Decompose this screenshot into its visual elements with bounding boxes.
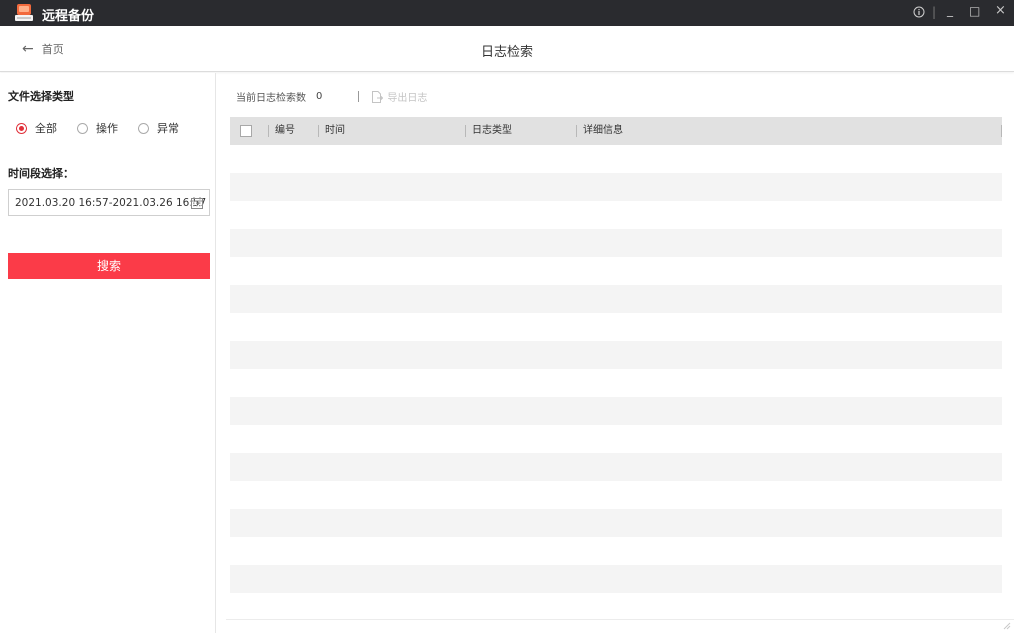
table-row — [230, 285, 1002, 313]
resize-grip-icon[interactable] — [1003, 622, 1011, 630]
minimize-button[interactable]: _ — [947, 2, 953, 18]
table-row — [230, 173, 1002, 201]
select-all-checkbox[interactable] — [240, 125, 252, 137]
calendar-icon[interactable] — [191, 197, 203, 209]
export-file-icon — [372, 90, 384, 103]
toolbar-divider — [358, 91, 360, 102]
filter-panel: 文件选择类型 全部 操作 异常 时间段选择： 2021.03.20 16:57-… — [0, 73, 216, 633]
table-row — [230, 453, 1002, 481]
column-header-log-type[interactable]: 日志类型 — [465, 125, 512, 137]
table-row — [230, 229, 1002, 257]
radio-checked-icon — [16, 122, 27, 134]
page-header: ← 首页 日志检索 — [0, 26, 1014, 72]
radio-unchecked-icon — [138, 122, 149, 134]
radio-exception-label: 异常 — [157, 122, 179, 135]
export-log-button[interactable]: 导出日志 — [371, 89, 427, 104]
table-row — [230, 313, 1002, 341]
radio-exception[interactable]: 异常 — [138, 120, 179, 136]
results-toolbar: 当前日志检索数 0 导出日志 — [236, 89, 427, 104]
radio-unchecked-icon — [77, 122, 88, 134]
table-row — [230, 397, 1002, 425]
radio-all[interactable]: 全部 — [16, 120, 57, 136]
table-footer-divider — [226, 619, 1014, 620]
export-log-label: 导出日志 — [387, 93, 428, 104]
app-logo-icon — [15, 4, 33, 21]
table-row — [230, 565, 1002, 593]
table-row — [230, 341, 1002, 369]
table-row — [230, 145, 1002, 173]
search-button[interactable]: 搜索 — [8, 253, 210, 279]
table-row — [230, 369, 1002, 397]
time-range-input[interactable]: 2021.03.20 16:57-2021.03.26 16:57 — [8, 189, 210, 216]
file-type-label: 文件选择类型 — [8, 90, 74, 103]
title-bar: 远程备份 | _ □ × — [0, 0, 1014, 26]
column-header-details[interactable]: 详细信息 — [576, 125, 623, 137]
column-header-time[interactable]: 时间 — [318, 125, 345, 137]
radio-operation-label: 操作 — [96, 122, 118, 135]
log-table-header: 编号 时间 日志类型 详细信息 — [230, 117, 1002, 145]
column-header-id[interactable]: 编号 — [268, 125, 295, 137]
time-range-value: 2021.03.20 16:57-2021.03.26 16:57 — [15, 196, 207, 209]
time-range-label: 时间段选择： — [8, 167, 74, 180]
info-circle-icon[interactable] — [913, 6, 925, 18]
table-row — [230, 201, 1002, 229]
maximize-button[interactable]: □ — [969, 3, 980, 19]
table-row — [230, 537, 1002, 565]
column-divider — [1001, 125, 1002, 137]
radio-all-label: 全部 — [35, 122, 57, 135]
table-row — [230, 425, 1002, 453]
file-type-radio-group: 全部 操作 异常 — [16, 120, 199, 136]
result-count-value: 0 — [316, 91, 323, 102]
table-row — [230, 509, 1002, 537]
page-title: 日志检索 — [480, 45, 533, 60]
result-count-label: 当前日志检索数 — [236, 93, 306, 104]
app-title: 远程备份 — [42, 9, 95, 24]
table-row — [230, 481, 1002, 509]
radio-operation[interactable]: 操作 — [77, 120, 118, 136]
table-row — [230, 257, 1002, 285]
titlebar-separator: | — [932, 5, 937, 19]
close-button[interactable]: × — [995, 3, 1006, 19]
